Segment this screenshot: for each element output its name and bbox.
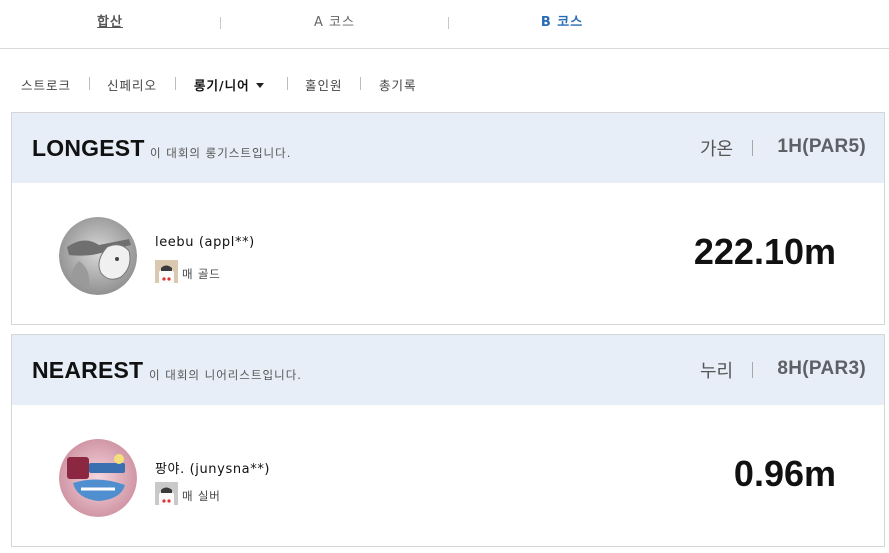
hole-divider: [752, 140, 753, 156]
avatar: [59, 439, 137, 517]
record-distance: 0.96m: [733, 453, 836, 494]
course-tabs: 합산 A 코스 B 코스: [0, 0, 889, 49]
menu-item-hole-in-one[interactable]: 홀인원: [305, 75, 343, 94]
player-grade: 매 실버: [182, 489, 221, 503]
grade-character-icon: [155, 482, 178, 505]
caret-down-icon: [255, 83, 264, 88]
player-name: 팡야. (junysna**): [155, 462, 271, 477]
tab-course-b[interactable]: B 코스: [449, 0, 675, 48]
menu-divider: [287, 77, 288, 90]
tab-course-a[interactable]: A 코스: [221, 0, 448, 48]
card-title: LONGEST: [32, 135, 145, 161]
nearest-record-card: NEAREST 이 대회의 니어리스트입니다. 누리 8H(PAR3) 팡야. …: [11, 334, 885, 547]
avatar: [59, 217, 137, 295]
hole-par: 1H(PAR5): [777, 136, 866, 157]
menu-divider: [89, 77, 90, 90]
menu-item-total-record[interactable]: 총기록: [379, 75, 417, 94]
card-description: 이 대회의 니어리스트입니다.: [149, 368, 302, 382]
course-name: 가온: [700, 139, 734, 160]
record-type-menu: 스트로크 신페리오 롱기/니어 홀인원 총기록: [0, 70, 889, 98]
menu-item-label: 롱기/니어: [194, 78, 250, 93]
menu-item-stroke[interactable]: 스트로크: [21, 75, 71, 94]
hole-divider: [752, 362, 753, 378]
record-distance: 222.10m: [693, 231, 836, 272]
card-description: 이 대회의 롱기스트입니다.: [150, 146, 292, 160]
course-name: 누리: [700, 361, 734, 382]
card-title: NEAREST: [32, 357, 144, 383]
menu-divider: [175, 77, 176, 90]
player-name: leebu (appl**): [155, 235, 255, 250]
grade-character-icon: [155, 260, 178, 283]
menu-item-new-peoria[interactable]: 신페리오: [107, 75, 157, 94]
card-header: LONGEST 이 대회의 롱기스트입니다. 가온 1H(PAR5): [12, 113, 884, 183]
menu-divider: [360, 77, 361, 90]
menu-item-longest-nearest[interactable]: 롱기/니어: [194, 75, 264, 94]
tab-total[interactable]: 합산: [0, 0, 220, 48]
player-grade: 매 골드: [182, 267, 221, 281]
hole-par: 8H(PAR3): [777, 358, 866, 379]
longest-record-card: LONGEST 이 대회의 롱기스트입니다. 가온 1H(PAR5) leebu…: [11, 112, 885, 325]
card-header: NEAREST 이 대회의 니어리스트입니다. 누리 8H(PAR3): [12, 335, 884, 405]
